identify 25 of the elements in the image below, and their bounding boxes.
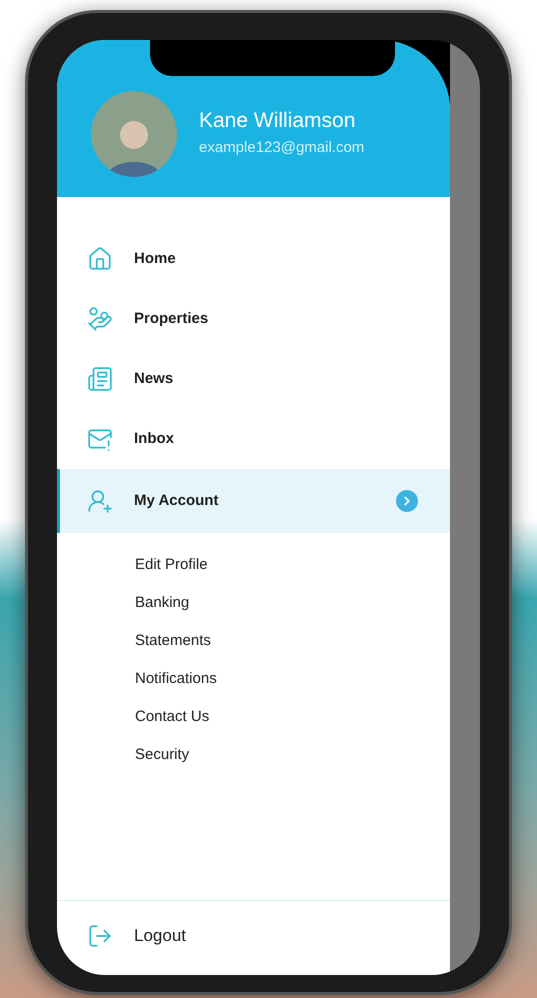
house-icon bbox=[87, 246, 113, 272]
submenu-item[interactable]: Contact Us bbox=[57, 698, 450, 736]
menu-label: Properties bbox=[134, 308, 210, 329]
menu-item[interactable]: Inbox bbox=[57, 409, 450, 469]
menu-item[interactable]: Home bbox=[57, 229, 450, 289]
profile-email: example123@gmail.com bbox=[199, 138, 364, 158]
logout-icon bbox=[87, 923, 113, 949]
menu-item[interactable]: Properties bbox=[57, 289, 450, 349]
menu-label: News bbox=[134, 368, 174, 389]
logout-label: Logout bbox=[134, 925, 186, 948]
menu-label: Inbox bbox=[134, 428, 175, 449]
menu-label: My Account bbox=[134, 490, 220, 511]
submenu-item[interactable]: Statements bbox=[57, 622, 450, 660]
expand-toggle[interactable] bbox=[396, 490, 418, 512]
submenu-item[interactable]: Edit Profile bbox=[57, 546, 450, 584]
menu-label: Home bbox=[134, 248, 177, 269]
hand-coins-icon bbox=[87, 306, 113, 332]
submenu-item[interactable]: Notifications bbox=[57, 660, 450, 698]
profile-name: Kane Williamson bbox=[199, 108, 356, 134]
user-plus-icon bbox=[87, 488, 113, 514]
newspaper-icon bbox=[87, 366, 113, 392]
menu-item[interactable]: My Account bbox=[57, 469, 450, 533]
submenu-item[interactable]: Security bbox=[57, 736, 450, 774]
submenu-item[interactable]: Banking bbox=[57, 584, 450, 622]
menu-item[interactable]: News bbox=[57, 349, 450, 409]
